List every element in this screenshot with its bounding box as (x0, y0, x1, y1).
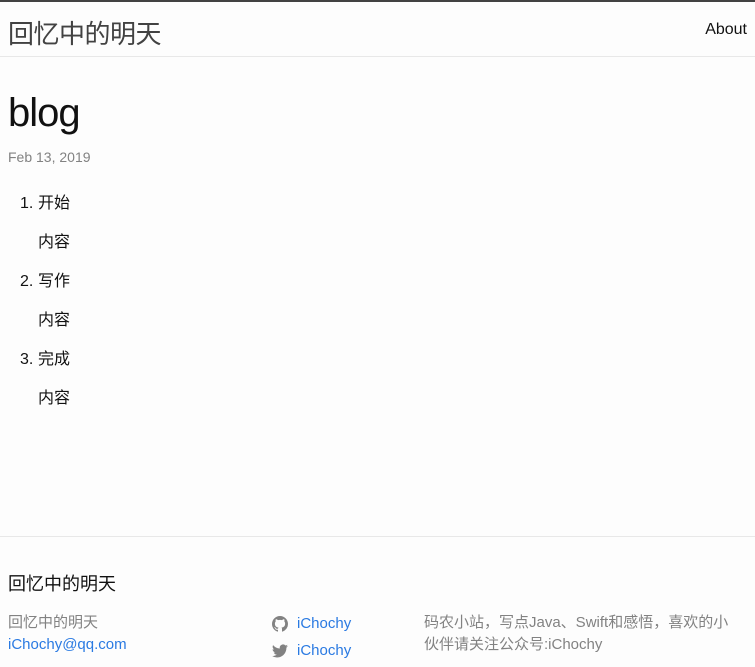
list-item-body: 内容 (38, 312, 71, 329)
list-item-number: 2. (20, 273, 34, 290)
site-footer: 回忆中的明天 回忆中的明天 iChochy@qq.com iChochy iCh… (0, 536, 755, 667)
github-link[interactable]: iChochy (297, 610, 351, 637)
footer-heading: 回忆中的明天 (8, 574, 116, 594)
site-header: 回忆中的明天 About (0, 0, 755, 57)
list-item-number: 3. (20, 351, 34, 368)
site-title-link[interactable]: 回忆中的明天 (8, 14, 162, 51)
nav-about-link[interactable]: About (705, 21, 747, 39)
list-item-body: 内容 (38, 390, 71, 407)
list-item-title: 开始 (38, 195, 71, 212)
list-item-title: 写作 (38, 273, 71, 290)
post-date: Feb 13, 2019 (8, 149, 91, 165)
footer-contact: 回忆中的明天 iChochy@qq.com (8, 612, 127, 656)
post-content: 1. 开始 内容 2. 写作 内容 3. 完成 内容 (8, 192, 708, 426)
twitter-row: iChochy (272, 637, 351, 664)
list-item: 2. 写作 内容 (20, 270, 708, 333)
twitter-icon (272, 643, 288, 657)
post-title: blog (8, 91, 81, 135)
list-item: 3. 完成 内容 (20, 348, 708, 411)
twitter-link[interactable]: iChochy (297, 637, 351, 664)
footer-name: 回忆中的明天 (8, 614, 99, 631)
post-list: 1. 开始 内容 2. 写作 内容 3. 完成 内容 (8, 192, 708, 411)
list-item-title: 完成 (38, 351, 71, 368)
list-item-number: 1. (20, 195, 34, 212)
footer-social: iChochy iChochy (272, 610, 351, 664)
footer-email-link[interactable]: iChochy@qq.com (8, 636, 127, 653)
github-icon (272, 615, 288, 632)
list-item: 1. 开始 内容 (20, 192, 708, 255)
footer-description: 码农小站，写点Java、Swift和感悟，喜欢的小伙伴请关注公众号:iChoch… (424, 614, 729, 653)
list-item-body: 内容 (38, 234, 71, 251)
github-row: iChochy (272, 610, 351, 637)
